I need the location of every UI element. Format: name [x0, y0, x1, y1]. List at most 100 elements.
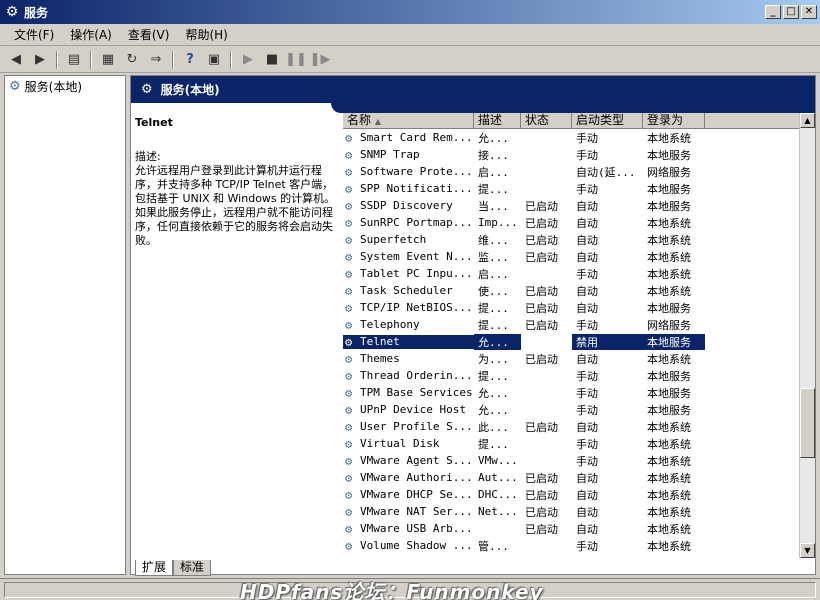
service-status: 已启动 — [525, 471, 558, 485]
table-row[interactable]: ⚙ SNMP Trap 接... 手动 本地服务 — [343, 146, 815, 163]
table-row[interactable]: ⚙ Software Prote... 启... 自动(延... 网络服务 — [343, 163, 815, 180]
service-name: ⚙ Software Prote... — [345, 164, 473, 179]
table-row[interactable]: ⚙ Telephony 提... 已启动 手动 网络服务 — [343, 316, 815, 333]
service-logon: 本地服务 — [647, 369, 691, 383]
restart-service-icon[interactable]: ❚▶ — [310, 50, 331, 70]
gear-icon: ⚙ — [345, 215, 353, 230]
minimize-button[interactable]: _ — [765, 5, 781, 19]
table-row[interactable]: ⚙ SunRPC Portmap... Imp... 已启动 自动 本地系统 — [343, 214, 815, 231]
scroll-thumb[interactable] — [800, 388, 815, 458]
table-row[interactable]: ⚙ Volume Shadow ... 管... 手动 本地系统 — [343, 537, 815, 554]
service-description: 维... — [478, 233, 509, 247]
gear-icon: ⚙ — [345, 470, 353, 485]
service-description: 允... — [478, 131, 509, 145]
service-startup-type: 手动 — [576, 454, 598, 468]
pause-service-icon[interactable]: ❚❚ — [285, 50, 307, 70]
gear-icon: ⚙ — [345, 232, 353, 247]
table-row[interactable]: ⚙ SPP Notificati... 提... 手动 本地服务 — [343, 180, 815, 197]
close-button[interactable]: ✕ — [801, 5, 817, 19]
refresh-icon[interactable]: ↻ — [122, 50, 142, 70]
gear-icon: ⚙ — [345, 385, 353, 400]
service-name: ⚙ TCP/IP NetBIOS... — [345, 300, 473, 315]
table-row[interactable]: ⚙ TPM Base Services 允... 手动 本地服务 — [343, 384, 815, 401]
service-logon: 本地系统 — [647, 216, 691, 230]
service-description: 提... — [478, 182, 509, 196]
table-row[interactable]: ⚙ VMware DHCP Se... DHC... 已启动 自动 本地系统 — [343, 486, 815, 503]
export-icon[interactable]: ⇒ — [146, 50, 166, 70]
gear-icon: ⚙ — [141, 82, 153, 97]
service-logon: 本地服务 — [647, 386, 691, 400]
menu-view[interactable]: 查看(V) — [120, 26, 178, 43]
stop-service-icon[interactable]: ■ — [262, 50, 282, 70]
help-icon[interactable]: ? — [180, 50, 200, 70]
table-row[interactable]: ⚙ Superfetch 维... 已启动 自动 本地系统 — [343, 231, 815, 248]
description-text: 允许远程用户登录到此计算机并运行程序，并支持多种 TCP/IP Telnet 客… — [135, 164, 336, 247]
service-startup-type: 手动 — [576, 148, 598, 162]
column-header-logon-as[interactable]: 登录为 — [643, 113, 705, 128]
table-row[interactable]: ⚙ VMware Agent S... VMw... 手动 本地系统 — [343, 452, 815, 469]
menu-file[interactable]: 文件(F) — [6, 26, 62, 43]
service-name: ⚙ TPM Base Services — [345, 385, 473, 400]
scroll-down-button[interactable]: ▼ — [800, 543, 815, 558]
list-rows: ⚙ Smart Card Rem... 允... 手动 本地系统 ⚙ SNMP Trap 接.… — [343, 129, 815, 554]
menu-action[interactable]: 操作(A) — [62, 26, 120, 43]
console-tree-icon[interactable]: ▤ — [64, 50, 84, 70]
table-row[interactable]: ⚙ User Profile S... 此... 已启动 自动 本地系统 — [343, 418, 815, 435]
gear-icon: ⚙ — [345, 521, 353, 536]
table-row[interactable]: ⚙ VMware NAT Ser... Net... 已启动 自动 本地系统 — [343, 503, 815, 520]
table-row[interactable]: ⚙ Smart Card Rem... 允... 手动 本地系统 — [343, 129, 815, 146]
service-description: 当... — [478, 199, 509, 213]
maximize-button[interactable]: □ — [783, 5, 799, 19]
service-description: Imp... — [478, 216, 518, 229]
service-logon: 网络服务 — [647, 318, 691, 332]
tree-item-services-local[interactable]: ⚙ 服务(本地) — [5, 76, 125, 97]
service-status: 已启动 — [525, 233, 558, 247]
tab-extended[interactable]: 扩展 — [135, 560, 174, 576]
table-row[interactable]: ⚙ Telnet 允... 禁用 本地服务 — [343, 333, 815, 350]
forward-icon[interactable]: ▶ — [30, 50, 50, 70]
table-row[interactable]: ⚙ Themes 为... 已启动 自动 本地系统 — [343, 350, 815, 367]
service-logon: 本地系统 — [647, 454, 691, 468]
table-row[interactable]: ⚙ Task Scheduler 使... 已启动 自动 本地系统 — [343, 282, 815, 299]
service-name: ⚙ VMware NAT Ser... — [345, 504, 473, 519]
table-row[interactable]: ⚙ SSDP Discovery 当... 已启动 自动 本地服务 — [343, 197, 815, 214]
menu-help[interactable]: 帮助(H) — [177, 26, 235, 43]
table-row[interactable]: ⚙ VMware Authori... Aut... 已启动 自动 本地系统 — [343, 469, 815, 486]
panel-header-title: 服务(本地) — [160, 83, 220, 97]
column-header-startup-type[interactable]: 启动类型 — [572, 113, 643, 128]
column-header-description[interactable]: 描述 — [474, 113, 521, 128]
service-logon: 本地服务 — [647, 148, 691, 162]
view-icon[interactable]: ▣ — [204, 50, 224, 70]
table-row[interactable]: ⚙ UPnP Device Host 允... 手动 本地服务 — [343, 401, 815, 418]
service-description: 监... — [478, 250, 509, 264]
table-row[interactable]: ⚙ Virtual Disk 提... 手动 本地系统 — [343, 435, 815, 452]
service-name: ⚙ Thread Orderin... — [345, 368, 473, 383]
vertical-scrollbar[interactable]: ▲ ▼ — [799, 113, 815, 558]
view-tabs: 扩展 标准 — [135, 560, 212, 576]
gear-icon: ⚙ — [345, 436, 353, 451]
back-icon[interactable]: ◀ — [6, 50, 26, 70]
properties-icon[interactable]: ▦ — [98, 50, 118, 70]
service-name: ⚙ Virtual Disk — [345, 436, 440, 451]
watermark: HDPfans论坛：Funmonkey — [240, 580, 544, 600]
column-header-status[interactable]: 状态 — [521, 113, 572, 128]
table-row[interactable]: ⚙ Thread Orderin... 提... 手动 本地服务 — [343, 367, 815, 384]
table-row[interactable]: ⚙ VMware USB Arb... 已启动 自动 本地系统 — [343, 520, 815, 537]
service-logon: 本地服务 — [647, 199, 691, 213]
gear-icon: ⚙ — [345, 198, 353, 213]
scroll-up-button[interactable]: ▲ — [800, 113, 815, 128]
table-row[interactable]: ⚙ System Event N... 监... 已启动 自动 本地系统 — [343, 248, 815, 265]
tab-standard[interactable]: 标准 — [173, 560, 212, 576]
gear-icon: ⚙ — [345, 164, 353, 179]
service-logon: 本地系统 — [647, 488, 691, 502]
service-logon: 本地服务 — [647, 182, 691, 196]
service-logon: 本地系统 — [647, 420, 691, 434]
title-bar: ⚙ 服务 _ □ ✕ — [0, 0, 820, 24]
service-name: ⚙ Superfetch — [345, 232, 427, 247]
table-row[interactable]: ⚙ TCP/IP NetBIOS... 提... 已启动 自动 本地服务 — [343, 299, 815, 316]
start-service-icon[interactable]: ▶ — [238, 50, 258, 70]
table-row[interactable]: ⚙ Tablet PC Inpu... 启... 手动 本地系统 — [343, 265, 815, 282]
services-list: 名称 ▲ 描述 状态 启动类型 登录为 ⚙ Smart Card Rem... 允.… — [343, 113, 815, 558]
menu-bar: 文件(F) 操作(A) 查看(V) 帮助(H) — [0, 24, 820, 46]
column-header-name[interactable]: 名称 ▲ — [343, 113, 474, 128]
